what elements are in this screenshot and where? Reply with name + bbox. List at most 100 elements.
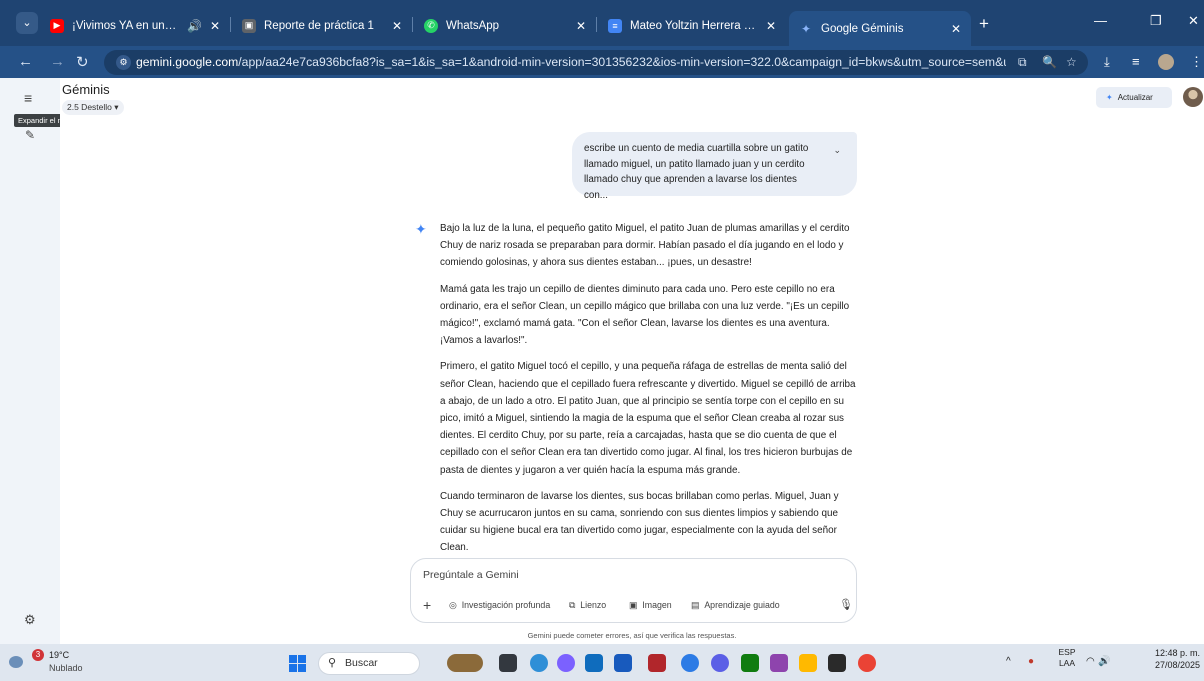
upgrade-button[interactable]: ✦ Actualizar	[1096, 87, 1172, 108]
download-icon[interactable]: ⤓	[1104, 54, 1110, 70]
close-tab-icon[interactable]: ✕	[210, 19, 220, 33]
settings-gear-icon[interactable]: ⚙	[24, 612, 36, 628]
address-bar[interactable]: ⚙ gemini.google.com/app/aa24e7ca936bcfa8…	[104, 50, 1088, 75]
whatsapp-icon: ✆	[424, 18, 438, 33]
prompt-input[interactable]	[423, 569, 823, 581]
tool-label: Lienzo	[580, 600, 607, 610]
bookmark-star-icon[interactable]: ☆	[1066, 55, 1077, 69]
expand-chevron-icon[interactable]: ⌄	[833, 143, 841, 159]
word-icon[interactable]	[614, 654, 632, 672]
response-paragraph: Mamá gata les trajo un cepillo de diente…	[440, 283, 850, 347]
edge-icon[interactable]	[530, 654, 548, 672]
reading-list-icon[interactable]: ≡	[1132, 54, 1140, 69]
taskbar-search[interactable]: ⚲ Buscar	[318, 652, 420, 675]
tab-docs[interactable]: ≡ Mateo Yoltzin Herrera Garduño ✕	[598, 11, 786, 40]
close-tab-icon[interactable]: ✕	[766, 19, 776, 33]
gemini-sparkle-icon: ✦	[800, 21, 812, 36]
tool-guided-learning[interactable]: ▤ Aprendizaje guiado	[691, 600, 780, 611]
sparkle-icon: ✦	[1106, 93, 1113, 102]
site-settings-icon[interactable]: ⚙	[116, 55, 131, 70]
tab-youtube[interactable]: ▶ ¡Vivimos YA en un mundo ( 🔊 ✕	[40, 11, 230, 40]
new-tab-plus-icon[interactable]: +	[979, 14, 989, 34]
onenote-icon[interactable]	[648, 654, 666, 672]
app-brand: Géminis	[62, 82, 110, 97]
volume-icon[interactable]: 🔊	[1098, 656, 1110, 667]
chat-main: Géminis 2.5 Destello ▾ ✦ Actualizar escri…	[60, 78, 1204, 644]
tool-canvas[interactable]: ⧉ Lienzo	[569, 600, 606, 611]
minimize-icon[interactable]: —	[1094, 13, 1107, 28]
browser-tab-strip: ⌄ ▶ ¡Vivimos YA en un mundo ( 🔊 ✕ ▣ Repo…	[0, 0, 1204, 46]
wifi-icon[interactable]: ◠	[1086, 656, 1095, 667]
disclaimer: Gemini puede cometer errores, así que ve…	[527, 631, 737, 640]
show-hidden-icons-chevron[interactable]: ^	[1006, 656, 1011, 667]
reload-icon[interactable]: ↻	[76, 53, 89, 71]
tray-app-icon[interactable]: ●	[1028, 656, 1034, 667]
more-menu-icon[interactable]: ⋮	[1190, 54, 1203, 70]
tool-label: Aprendizaje guiado	[704, 600, 780, 610]
user-avatar[interactable]	[1183, 87, 1203, 107]
model-response: Bajo la luz de la luna, el pequeño gatit…	[440, 220, 860, 566]
model-selector[interactable]: 2.5 Destello ▾	[62, 100, 124, 115]
chrome-profile-icon[interactable]	[858, 654, 876, 672]
tab-title: Google Géminis	[821, 22, 904, 35]
youtube-icon: ▶	[50, 18, 64, 33]
clock[interactable]: 12:48 p. m. 27/08/2025	[1116, 647, 1200, 671]
copilot-icon[interactable]	[557, 654, 575, 672]
tab-search-chevron-icon[interactable]: ⌄	[16, 12, 38, 34]
temperature: 19°C	[49, 650, 70, 660]
task-view-icon[interactable]	[499, 654, 517, 672]
camera-icon[interactable]	[770, 654, 788, 672]
gemini-sparkle-icon: ✦	[415, 221, 427, 237]
xbox-icon[interactable]	[741, 654, 759, 672]
audio-icon[interactable]: 🔊	[187, 19, 202, 33]
lang-code: ESP	[1058, 647, 1076, 657]
image-icon: ▣	[242, 18, 256, 33]
forward-arrow-icon[interactable]: →	[50, 53, 65, 70]
tab-separator	[596, 17, 597, 32]
caret-down-icon: ▾	[114, 102, 119, 112]
canvas-icon: ⧉	[569, 600, 576, 610]
cloud-icon	[9, 656, 23, 668]
language-indicator[interactable]: ESP LAA	[1055, 647, 1079, 669]
user-prompt-text: escribe un cuento de media cuartilla sob…	[584, 143, 809, 201]
discord-icon[interactable]	[711, 654, 729, 672]
store-icon[interactable]	[585, 654, 603, 672]
response-paragraph: Cuando terminaron de lavarse los dientes…	[440, 490, 839, 554]
chrome-icon[interactable]	[681, 654, 699, 672]
translate-icon[interactable]: ⧉	[1018, 55, 1027, 70]
url-domain: gemini.google.com	[136, 55, 239, 69]
microphone-icon[interactable]: 🎙	[839, 598, 853, 611]
date: 27/08/2025	[1154, 660, 1200, 670]
close-tab-icon[interactable]: ✕	[576, 19, 586, 33]
book-icon: ▤	[691, 600, 700, 610]
restore-icon[interactable]: ❐	[1150, 13, 1162, 29]
hamburger-menu-icon[interactable]: ≡	[24, 90, 32, 106]
zoom-icon[interactable]: 🔍	[1042, 55, 1057, 69]
browser-toolbar: ← → ↻ ⚙ gemini.google.com/app/aa24e7ca93…	[0, 46, 1204, 78]
taskbar-widget-icon[interactable]	[447, 654, 483, 672]
back-arrow-icon[interactable]: ←	[18, 53, 33, 70]
tool-image[interactable]: ▣ Imagen	[629, 600, 672, 611]
tab-gemini[interactable]: ✦ Google Géminis ✕	[789, 11, 971, 46]
search-label: Buscar	[345, 657, 378, 669]
tab-whatsapp[interactable]: ✆ WhatsApp ✕	[414, 11, 596, 40]
url-text[interactable]: gemini.google.com/app/aa24e7ca936bcfa8?i…	[136, 55, 1006, 69]
close-tab-icon[interactable]: ✕	[392, 19, 402, 33]
search-icon: ⚲	[328, 657, 337, 669]
tab-reporte[interactable]: ▣ Reporte de práctica 1 ✕	[232, 11, 412, 40]
new-chat-icon[interactable]: ✎	[25, 128, 35, 142]
photos-icon[interactable]	[828, 654, 846, 672]
windows-taskbar: 3 19°C Nublado ⚲ Buscar ^ ● ESP LAA ◠ 🔊 12…	[0, 644, 1204, 681]
tool-label: Imagen	[642, 600, 672, 610]
tool-deep-research[interactable]: ◎ Investigación profunda	[449, 600, 550, 611]
add-attachment-icon[interactable]: +	[423, 597, 431, 613]
close-tab-icon[interactable]: ✕	[951, 22, 961, 36]
response-paragraph: Primero, el gatito Miguel tocó el cepill…	[440, 361, 856, 476]
windows-start-icon[interactable]	[289, 655, 306, 672]
file-explorer-icon[interactable]	[799, 654, 817, 672]
docs-icon: ≡	[608, 18, 622, 33]
weather-widget[interactable]: 3 19°C Nublado	[9, 649, 83, 674]
profile-avatar-icon[interactable]	[1158, 54, 1174, 70]
close-window-icon[interactable]: ✕	[1188, 13, 1199, 29]
prompt-box: + ◎ Investigación profunda ⧉ Lienzo ▣ Image…	[410, 558, 857, 623]
